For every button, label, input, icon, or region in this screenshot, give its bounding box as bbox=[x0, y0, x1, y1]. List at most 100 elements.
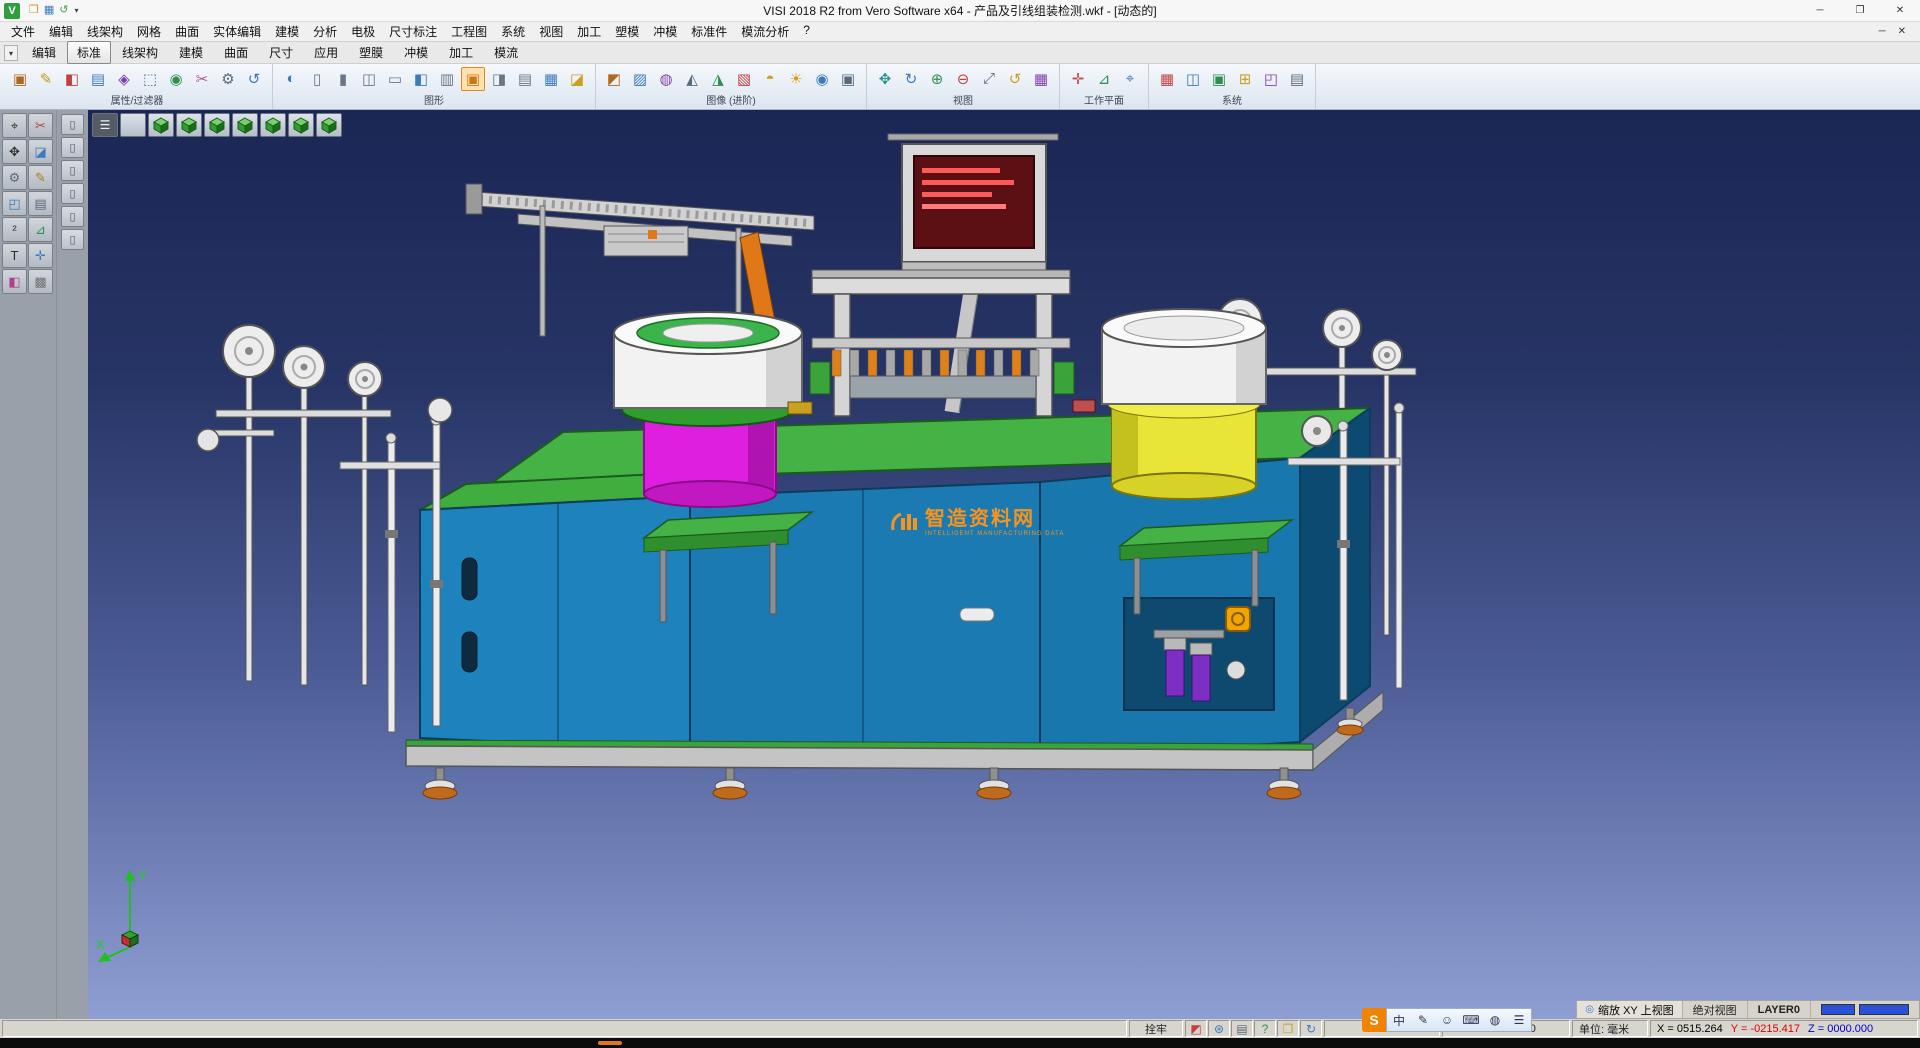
sketch-icon[interactable]: ✎ bbox=[28, 165, 53, 190]
rotate-view-icon[interactable]: ↻ bbox=[899, 67, 923, 91]
solids-icon[interactable]: ◰ bbox=[2, 191, 27, 216]
section-view-icon[interactable]: ▤ bbox=[513, 67, 537, 91]
menu-item[interactable]: 线架构 bbox=[80, 23, 130, 40]
pneumatic-frl-unit[interactable] bbox=[1124, 598, 1274, 710]
side-panel-button-2[interactable]: ▯ bbox=[61, 137, 84, 158]
snap-toggle-icon[interactable]: ◩ bbox=[1185, 1020, 1207, 1037]
reflection-icon[interactable]: ◮ bbox=[706, 67, 730, 91]
tab-surface[interactable]: 曲面 bbox=[214, 41, 258, 64]
zoom-out-view-icon[interactable]: ⊖ bbox=[951, 67, 975, 91]
app-logo-icon[interactable]: V bbox=[4, 3, 20, 19]
side-panel-button-5[interactable]: ▯ bbox=[61, 206, 84, 227]
workplane-align-icon[interactable]: ⊿ bbox=[1092, 67, 1116, 91]
tab-die[interactable]: 冲模 bbox=[394, 41, 438, 64]
system-settings-icon[interactable]: ◫ bbox=[1181, 67, 1205, 91]
taskbar-app-glow[interactable] bbox=[598, 1041, 622, 1045]
texture-icon[interactable]: ▨ bbox=[628, 67, 652, 91]
wireframe-display-icon[interactable]: ▯ bbox=[305, 67, 329, 91]
mdi-close-button[interactable]: ✕ bbox=[1898, 26, 1906, 37]
dimension-icon[interactable]: ² bbox=[2, 217, 27, 242]
minimize-button[interactable]: ─ bbox=[1800, 0, 1840, 21]
menu-item[interactable]: 工程图 bbox=[444, 23, 494, 40]
tab-standard[interactable]: 标准 bbox=[67, 41, 111, 64]
zoom-in-view-icon[interactable]: ⊕ bbox=[925, 67, 949, 91]
tab-edit[interactable]: 编辑 bbox=[22, 41, 66, 64]
light-settings-icon[interactable]: ◪ bbox=[565, 67, 589, 91]
reset-filter-icon[interactable]: ↺ bbox=[242, 67, 266, 91]
move-icon[interactable]: ✥ bbox=[2, 139, 27, 164]
layer-manager-icon[interactable]: ▣ bbox=[1207, 67, 1231, 91]
menu-item[interactable]: 塑模 bbox=[608, 23, 646, 40]
viewbar-plain-button[interactable] bbox=[120, 113, 146, 137]
view-cube-top[interactable] bbox=[260, 113, 286, 137]
named-view-icon[interactable]: ▦ bbox=[1029, 67, 1053, 91]
tab-machining[interactable]: 加工 bbox=[439, 41, 483, 64]
perspective-icon[interactable]: ◨ bbox=[487, 67, 511, 91]
snapshot-icon[interactable]: ▣ bbox=[836, 67, 860, 91]
element-filter-icon[interactable]: ◈ bbox=[112, 67, 136, 91]
menu-item[interactable]: 建模 bbox=[268, 23, 306, 40]
trim-icon[interactable]: ✂ bbox=[28, 113, 53, 138]
attribute-brush-icon[interactable]: ✎ bbox=[34, 67, 58, 91]
tab-mold[interactable]: 塑膜 bbox=[349, 41, 393, 64]
color-palette-icon[interactable]: ▦ bbox=[1155, 67, 1179, 91]
menu-item[interactable]: 尺寸标注 bbox=[382, 23, 444, 40]
transparency-icon[interactable]: ◍ bbox=[654, 67, 678, 91]
color-swatch[interactable] bbox=[1821, 1004, 1855, 1015]
hidden-line-icon[interactable]: ◫ bbox=[357, 67, 381, 91]
erase-icon[interactable]: ◪ bbox=[28, 139, 53, 164]
tab-wireframe[interactable]: 线架构 bbox=[112, 41, 168, 64]
modify-icon[interactable]: ⚙ bbox=[2, 165, 27, 190]
maximize-button[interactable]: ❐ bbox=[1840, 0, 1880, 21]
viewbar-menu-button[interactable]: ☰ bbox=[92, 113, 118, 137]
view-cube-iso-nw[interactable] bbox=[148, 113, 174, 137]
ime-punct-button[interactable]: ✎ bbox=[1411, 1009, 1435, 1031]
zoom-window-icon[interactable]: ◧ bbox=[409, 67, 433, 91]
menu-item[interactable]: 加工 bbox=[570, 23, 608, 40]
menu-item[interactable]: 电极 bbox=[344, 23, 382, 40]
menu-item[interactable]: ? bbox=[796, 23, 817, 40]
menu-item[interactable]: 编辑 bbox=[42, 23, 80, 40]
conveyor-rail[interactable] bbox=[466, 184, 814, 336]
info-icon[interactable]: ▤ bbox=[1285, 67, 1309, 91]
tab-flow[interactable]: 模流 bbox=[484, 41, 528, 64]
folder-icon[interactable]: ❒ bbox=[1277, 1020, 1299, 1037]
refresh-graphics-icon[interactable]: ◐ bbox=[279, 67, 303, 91]
bowl-feeder-right[interactable] bbox=[1102, 309, 1266, 499]
refresh-icon[interactable]: ↻ bbox=[1300, 1020, 1322, 1037]
monitor[interactable] bbox=[888, 134, 1058, 270]
background-icon[interactable]: ▧ bbox=[732, 67, 756, 91]
view-selector[interactable]: ◎ 缩放 XY 上视图 bbox=[1577, 1001, 1682, 1018]
menu-item[interactable]: 分析 bbox=[306, 23, 344, 40]
workplane-origin-icon[interactable]: ⌖ bbox=[1118, 67, 1142, 91]
gantry-press[interactable] bbox=[788, 270, 1095, 416]
left-reel-stand[interactable] bbox=[197, 325, 391, 685]
quick-access-dropdown-icon[interactable]: ▾ bbox=[75, 6, 79, 15]
globe-icon[interactable]: ⊛ bbox=[1208, 1020, 1230, 1037]
side-panel-button-6[interactable]: ▯ bbox=[61, 229, 84, 250]
view-cube-iso-se[interactable] bbox=[204, 113, 230, 137]
view-cube-front[interactable] bbox=[288, 113, 314, 137]
snap-icon[interactable]: ✛ bbox=[28, 243, 53, 268]
menu-item[interactable]: 实体编辑 bbox=[206, 23, 268, 40]
ime-keyboard-button[interactable]: ⌨ bbox=[1459, 1009, 1483, 1031]
properties-icon[interactable]: ▣ bbox=[8, 67, 32, 91]
viewport-3d[interactable]: ☰ bbox=[88, 110, 1920, 1019]
text-icon[interactable]: T bbox=[2, 243, 27, 268]
settings-filter-icon[interactable]: ⚙ bbox=[216, 67, 240, 91]
help-icon[interactable]: ? bbox=[1254, 1020, 1276, 1037]
material-icon[interactable]: ◓ bbox=[758, 67, 782, 91]
view-cube-iso-ne[interactable] bbox=[176, 113, 202, 137]
printer-icon[interactable]: ▤ bbox=[1231, 1020, 1253, 1037]
open-file-icon[interactable]: ❒ bbox=[29, 5, 39, 16]
view-mode-indicator[interactable]: 绝对视图 bbox=[1683, 1001, 1748, 1018]
swatch-icon[interactable]: ▩ bbox=[28, 269, 53, 294]
menu-item[interactable]: 文件 bbox=[4, 23, 42, 40]
select-icon[interactable]: ⌖ bbox=[2, 113, 27, 138]
sogou-logo-icon[interactable]: S bbox=[1362, 1008, 1386, 1032]
magnet-filter-icon[interactable]: ◉ bbox=[164, 67, 188, 91]
mask-filter-icon[interactable]: ⬚ bbox=[138, 67, 162, 91]
side-panel-button-3[interactable]: ▯ bbox=[61, 160, 84, 181]
view-cube-side[interactable] bbox=[316, 113, 342, 137]
snap-settings-icon[interactable]: ◰ bbox=[1259, 67, 1283, 91]
